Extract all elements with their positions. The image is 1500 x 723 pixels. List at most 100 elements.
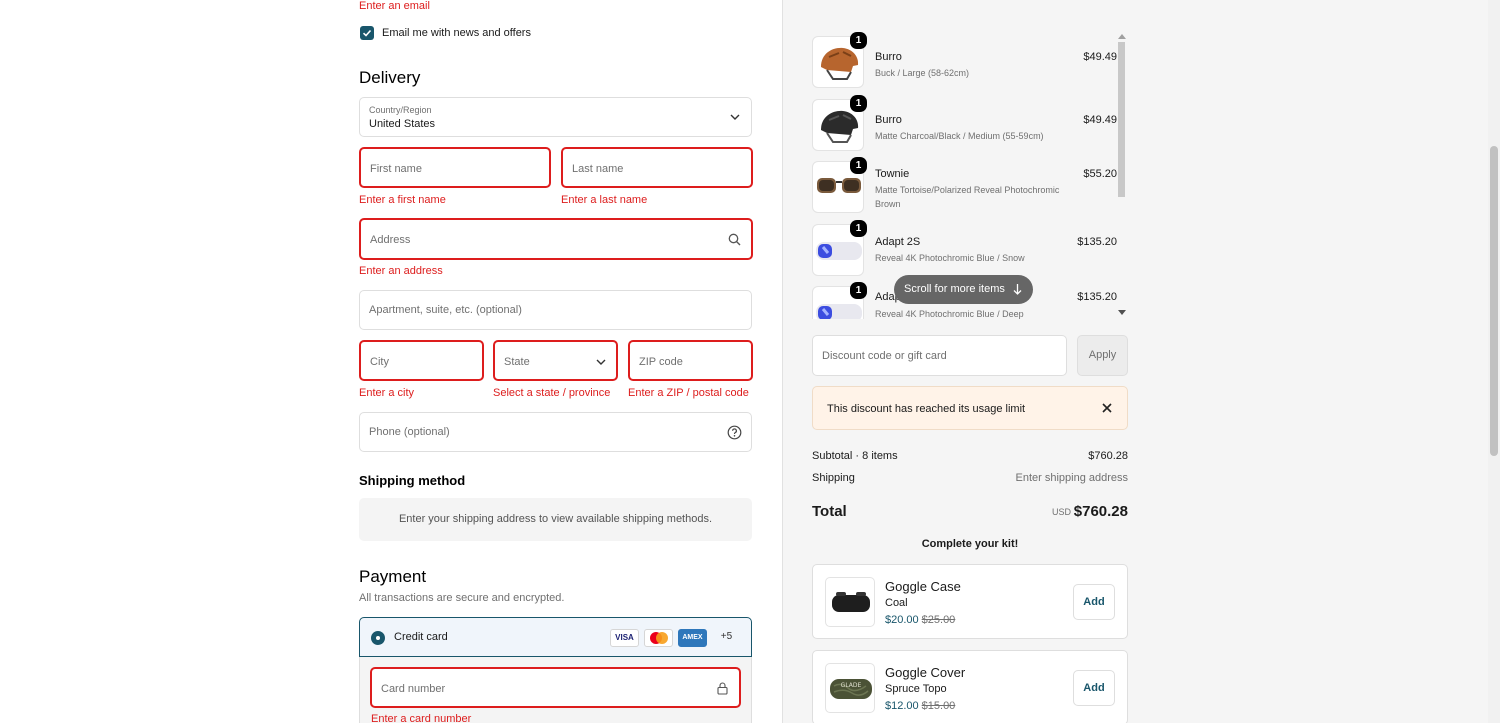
item-name: Burro xyxy=(875,114,902,126)
item-price: $55.20 xyxy=(1083,168,1117,180)
country-value: United States xyxy=(369,118,436,130)
item-name: Burro xyxy=(875,51,902,63)
quantity-badge: 1 xyxy=(850,95,867,112)
discount-placeholder: Discount code or gift card xyxy=(822,350,947,362)
close-icon[interactable] xyxy=(1102,403,1112,413)
chevron-down-icon xyxy=(596,359,606,365)
phone-placeholder: Phone (optional) xyxy=(369,426,450,438)
quantity-badge: 1 xyxy=(850,157,867,174)
more-cards-badge: +5 xyxy=(720,631,733,642)
address-field[interactable]: Address xyxy=(359,218,753,260)
apply-button[interactable]: Apply xyxy=(1077,335,1128,376)
credit-card-radio[interactable] xyxy=(371,631,385,645)
upsell-item: Goggle Case Coal $20.00 $25.00 Add xyxy=(812,564,1128,639)
upsell-variant: Coal xyxy=(885,597,908,609)
address-error: Enter an address xyxy=(359,265,443,277)
item-price: $135.20 xyxy=(1077,291,1117,303)
city-placeholder: City xyxy=(370,356,389,368)
last-name-field[interactable]: Last name xyxy=(561,147,753,188)
country-label: Country/Region xyxy=(369,105,432,115)
zip-error: Enter a ZIP / postal code xyxy=(628,387,749,399)
payment-heading: Payment xyxy=(359,567,427,586)
item-price: $49.49 xyxy=(1083,114,1117,126)
item-variant: Buck / Large (58-62cm) xyxy=(875,68,970,78)
city-error: Enter a city xyxy=(359,387,415,399)
apartment-placeholder: Apartment, suite, etc. (optional) xyxy=(369,304,522,316)
page-scrollbar[interactable] xyxy=(1488,0,1500,723)
item-name: Townie xyxy=(875,168,910,180)
shipping-info: Enter your shipping address to view avai… xyxy=(359,498,752,541)
delivery-heading: Delivery xyxy=(359,68,421,87)
quantity-badge: 1 xyxy=(850,220,867,237)
shipping-method-heading: Shipping method xyxy=(359,473,466,488)
amex-icon: AMEX xyxy=(678,629,707,647)
subtotal-value: $760.28 xyxy=(1088,450,1128,462)
upsell-item: GLADE Goggle Cover Spruce Topo $12.00 $15… xyxy=(812,650,1128,723)
upsell-price: $20.00 $25.00 xyxy=(885,614,955,626)
goggle-cover-icon: GLADE xyxy=(825,663,875,713)
scroll-more-button[interactable]: Scroll for more items xyxy=(894,275,1033,304)
payment-subheading: All transactions are secure and encrypte… xyxy=(359,592,565,604)
arrow-down-icon xyxy=(1013,284,1022,295)
state-error: Select a state / province xyxy=(493,387,611,399)
scroll-more-label: Scroll for more items xyxy=(904,283,1005,295)
add-button[interactable]: Add xyxy=(1073,584,1115,620)
first-name-field[interactable]: First name xyxy=(359,147,551,188)
scroll-up-icon[interactable] xyxy=(1118,34,1126,39)
upsell-price: $12.00 $15.00 xyxy=(885,700,955,712)
discount-input[interactable]: Discount code or gift card xyxy=(812,335,1067,376)
apartment-field[interactable]: Apartment, suite, etc. (optional) xyxy=(359,290,752,330)
quantity-badge: 1 xyxy=(850,32,867,49)
card-number-placeholder: Card number xyxy=(381,683,446,695)
address-placeholder: Address xyxy=(370,234,411,246)
page-scrollbar-thumb[interactable] xyxy=(1490,146,1498,456)
chevron-down-icon xyxy=(730,114,740,120)
cart-items-scrollbar[interactable] xyxy=(1117,32,1127,319)
item-variant: Reveal 4K Photochromic Blue / Snow xyxy=(875,253,1025,263)
original-price: $25.00 xyxy=(921,614,956,626)
phone-field[interactable]: Phone (optional) xyxy=(359,412,752,452)
mastercard-icon xyxy=(644,629,673,647)
shipping-label: Shipping xyxy=(812,472,855,484)
help-icon[interactable] xyxy=(727,425,742,440)
city-field[interactable]: City xyxy=(359,340,484,381)
email-error: Enter an email xyxy=(359,0,430,12)
credit-card-option[interactable]: Credit card VISA AMEX +5 xyxy=(359,617,752,657)
alert-text: This discount has reached its usage limi… xyxy=(827,403,1026,415)
goggle-case-icon xyxy=(825,577,875,627)
item-name: Adapt 2S xyxy=(875,236,921,248)
last-name-placeholder: Last name xyxy=(572,163,624,175)
sale-price: $12.00 xyxy=(885,700,919,712)
item-price: $135.20 xyxy=(1077,236,1117,248)
first-name-placeholder: First name xyxy=(370,163,422,175)
scrollbar-thumb[interactable] xyxy=(1118,42,1125,197)
discount-alert: This discount has reached its usage limi… xyxy=(812,386,1128,430)
upsell-name: Goggle Case xyxy=(885,579,961,594)
item-variant: Matte Charcoal/Black / Medium (55-59cm) xyxy=(875,131,1044,141)
scroll-down-icon[interactable] xyxy=(1118,310,1126,315)
state-placeholder: State xyxy=(504,356,530,368)
zip-field[interactable]: ZIP code xyxy=(628,340,753,381)
shipping-value: Enter shipping address xyxy=(1015,472,1128,484)
total-value: $760.28 xyxy=(1073,503,1128,520)
total-label: Total xyxy=(812,503,847,520)
newsletter-label: Email me with news and offers xyxy=(382,27,531,39)
first-name-error: Enter a first name xyxy=(359,194,446,206)
checkout-page: Enter an email Email me with news and of… xyxy=(0,0,1500,723)
newsletter-checkbox[interactable] xyxy=(360,26,374,40)
original-price: $15.00 xyxy=(921,700,956,712)
card-number-field[interactable]: Card number xyxy=(370,667,741,708)
item-variant: Reveal 4K Photochromic Blue / Deep xyxy=(875,309,1024,319)
upsell-variant: Spruce Topo xyxy=(885,683,947,695)
checkout-form: Enter an email Email me with news and of… xyxy=(0,0,782,723)
zip-placeholder: ZIP code xyxy=(639,356,683,368)
upsell-heading: Complete your kit! xyxy=(921,538,1019,550)
item-price: $49.49 xyxy=(1083,51,1117,63)
search-icon[interactable] xyxy=(728,233,741,246)
credit-card-label: Credit card xyxy=(394,631,448,643)
add-button[interactable]: Add xyxy=(1073,670,1115,706)
country-select[interactable]: Country/Region United States xyxy=(359,97,752,137)
lock-icon xyxy=(717,682,728,695)
state-select[interactable]: State xyxy=(493,340,618,381)
card-number-error: Enter a card number xyxy=(371,713,472,723)
